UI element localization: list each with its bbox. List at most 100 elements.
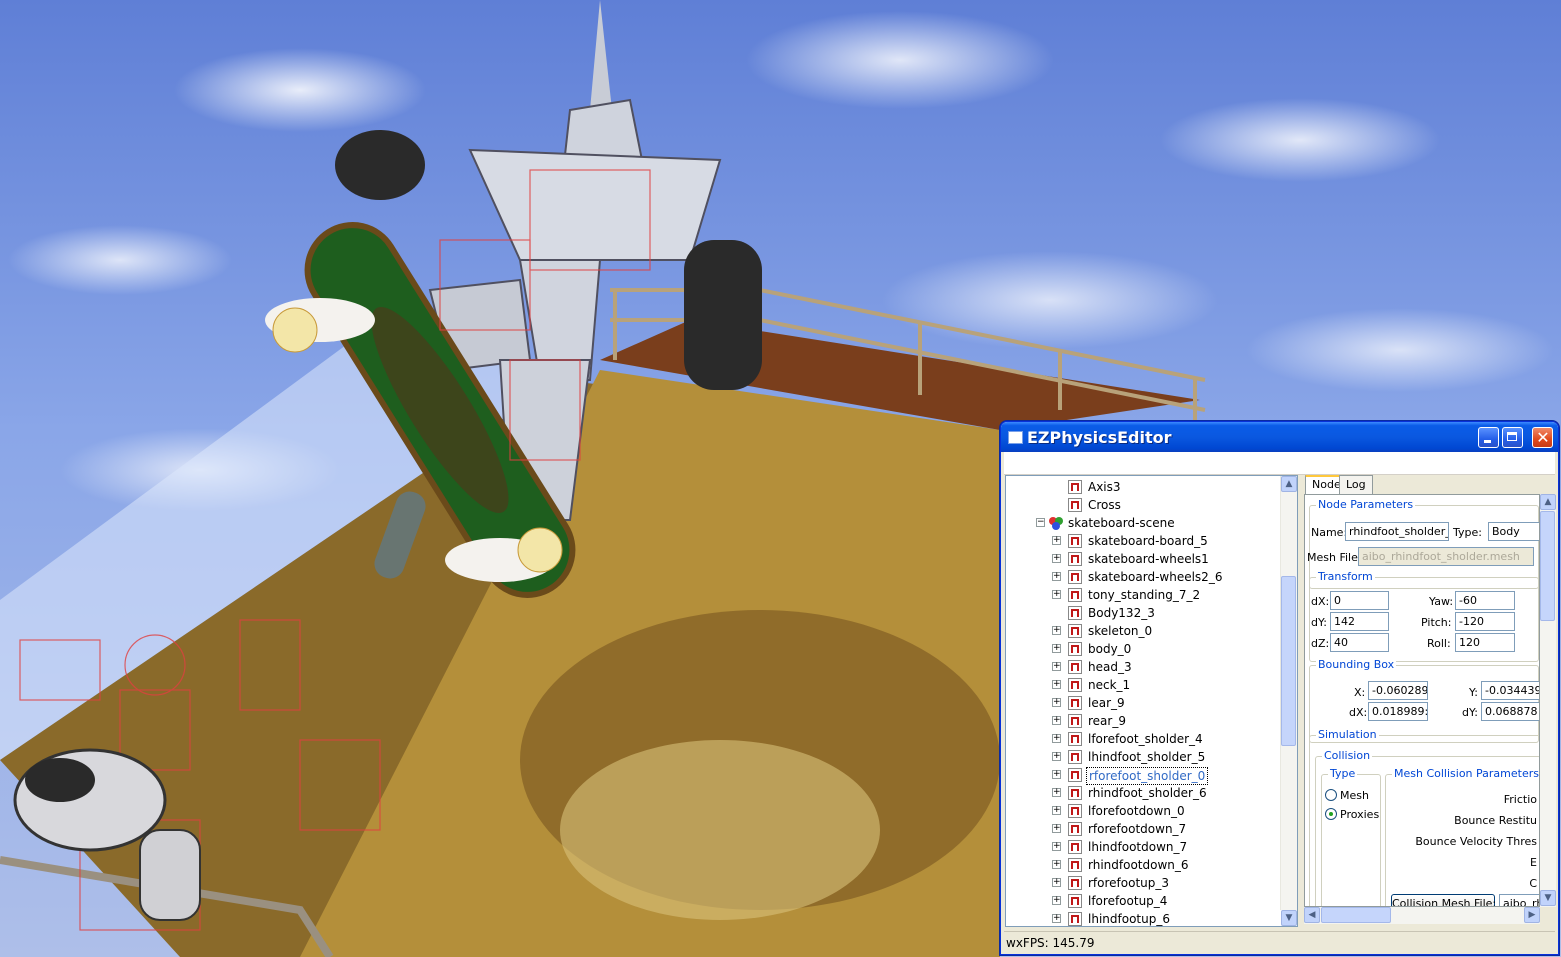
expand-icon[interactable]: +	[1052, 896, 1061, 905]
transform-title: Transform	[1316, 570, 1375, 583]
collision-mesh-file-button[interactable]: Collision Mesh File:	[1391, 894, 1496, 906]
node-icon	[1068, 660, 1082, 674]
props-vertical-scrollbar[interactable]: ▲ ▼	[1540, 494, 1556, 907]
tree-item-label: skateboard-scene	[1068, 516, 1175, 530]
dx-field[interactable]: 0	[1330, 591, 1389, 610]
expand-icon[interactable]: +	[1052, 680, 1061, 689]
expand-icon[interactable]: +	[1052, 806, 1061, 815]
app-icon	[1008, 431, 1023, 444]
mesh-file-label: Mesh File:	[1307, 551, 1362, 564]
bbox-y-field[interactable]: -0.034439	[1481, 681, 1539, 700]
expand-icon[interactable]: +	[1052, 752, 1061, 761]
skull-face	[560, 740, 880, 920]
name-label: Name:	[1311, 526, 1348, 539]
props-hscroll-thumb[interactable]	[1321, 907, 1391, 923]
bounding-box-title: Bounding Box	[1316, 658, 1397, 671]
expand-icon[interactable]: +	[1052, 734, 1061, 743]
tree-item-label: skateboard-wheels2_6	[1088, 570, 1223, 584]
expand-icon[interactable]: +	[1052, 536, 1061, 545]
bbox-y-label: Y:	[1469, 686, 1478, 699]
bbox-dy-field[interactable]: 0.068878	[1481, 702, 1539, 721]
expand-icon[interactable]: +	[1052, 824, 1061, 833]
expand-icon[interactable]: +	[1052, 572, 1061, 581]
props-horizontal-scrollbar[interactable]: ◀ ▶	[1304, 907, 1540, 924]
bbox-x-field[interactable]: -0.060289	[1368, 681, 1428, 700]
node-icon	[1068, 606, 1082, 620]
dy-field[interactable]: 142	[1330, 612, 1389, 631]
node-icon	[1068, 858, 1082, 872]
tree-item-label: Body132_3	[1088, 606, 1155, 620]
bbox-dx-field[interactable]: 0.018989:	[1368, 702, 1428, 721]
props-scroll-up-button[interactable]: ▲	[1540, 494, 1556, 510]
param-c-label: C	[1529, 877, 1537, 890]
proxies-radio[interactable]	[1325, 808, 1337, 820]
scene-tree[interactable]: Axis3 Cross − skateboard-scene + skateboard-b…	[1005, 475, 1298, 927]
props-scroll-down-button[interactable]: ▼	[1540, 890, 1556, 906]
ezphysics-editor-window: EZPhysicsEditor ✕ Axis3 Cross − skateboard-…	[1000, 421, 1559, 955]
tree-vertical-scrollbar[interactable]: ▲ ▼	[1280, 476, 1297, 926]
collapse-icon[interactable]: −	[1036, 518, 1045, 527]
wheel-front-cap	[272, 307, 318, 353]
scroll-down-button[interactable]: ▼	[1281, 910, 1297, 926]
collision-mesh-file-field[interactable]: aibo_rh	[1499, 894, 1539, 906]
expand-icon[interactable]: +	[1052, 770, 1061, 779]
expand-icon[interactable]: +	[1052, 788, 1061, 797]
expand-icon[interactable]: +	[1052, 878, 1061, 887]
node-icon	[1068, 768, 1082, 782]
close-button[interactable]: ✕	[1532, 427, 1553, 448]
node-tab-panel: Node Parameters Name: rhindfoot_sholder_…	[1304, 494, 1540, 907]
roll-field[interactable]: 120	[1455, 633, 1515, 652]
expand-icon[interactable]: +	[1052, 626, 1061, 635]
tree-item-label: skeleton_0	[1088, 624, 1153, 638]
expand-icon[interactable]: +	[1052, 716, 1061, 725]
expand-icon[interactable]: +	[1052, 698, 1061, 707]
title-bar[interactable]: EZPhysicsEditor ✕	[1001, 422, 1558, 452]
mesh-file-field: aibo_rhindfoot_sholder.mesh	[1358, 547, 1534, 566]
expand-icon[interactable]: +	[1052, 914, 1061, 923]
tree-item-label: rear_9	[1088, 714, 1126, 728]
dx-label: dX:	[1311, 595, 1330, 608]
dz-field[interactable]: 40	[1330, 633, 1389, 652]
tree-item-label: lhindfoot_sholder_5	[1088, 750, 1206, 764]
props-scroll-right-button[interactable]: ▶	[1524, 907, 1540, 923]
expand-icon[interactable]: +	[1052, 662, 1061, 671]
bbox-dy-label: dY:	[1462, 706, 1478, 719]
node-parameters-title: Node Parameters	[1316, 498, 1416, 511]
node-icon	[1068, 480, 1082, 494]
props-scroll-left-button[interactable]: ◀	[1304, 907, 1320, 923]
scroll-up-button[interactable]: ▲	[1281, 476, 1297, 492]
tree-item-label: rforefootdown_7	[1088, 822, 1187, 836]
expand-icon[interactable]: +	[1052, 860, 1061, 869]
expand-icon[interactable]: +	[1052, 590, 1061, 599]
tree-item-label: skateboard-board_5	[1088, 534, 1208, 548]
tree-item-label: lforefootdown_0	[1088, 804, 1185, 818]
expand-icon[interactable]: +	[1052, 554, 1061, 563]
props-scroll-thumb[interactable]	[1540, 511, 1555, 621]
yaw-field[interactable]: -60	[1455, 591, 1515, 610]
tree-item-label: rforefoot_sholder_0	[1086, 767, 1209, 785]
name-field[interactable]: rhindfoot_sholder_6	[1345, 522, 1449, 541]
maximize-button[interactable]	[1502, 427, 1523, 448]
minimize-button[interactable]	[1478, 427, 1499, 448]
node-icon	[1068, 498, 1082, 512]
node-icon	[1068, 840, 1082, 854]
tab-log[interactable]: Log	[1339, 475, 1373, 494]
tree-item-label: body_0	[1088, 642, 1132, 656]
node-icon	[1068, 642, 1082, 656]
minimize-icon	[1484, 440, 1491, 443]
yaw-label: Yaw:	[1429, 595, 1454, 608]
tree-item-label: lforefoot_sholder_4	[1088, 732, 1203, 746]
type-field[interactable]: Body	[1488, 522, 1539, 541]
expand-icon[interactable]: +	[1052, 644, 1061, 653]
collision-title: Collision	[1322, 749, 1373, 762]
mesh-radio-label: Mesh	[1340, 789, 1369, 802]
tree-item-label: Axis3	[1088, 480, 1121, 494]
scroll-thumb[interactable]	[1281, 576, 1296, 746]
mesh-radio[interactable]	[1325, 789, 1337, 801]
expand-icon[interactable]: +	[1052, 842, 1061, 851]
friction-label: Frictio	[1503, 793, 1537, 806]
node-icon	[1068, 822, 1082, 836]
node-icon	[1068, 624, 1082, 638]
pitch-field[interactable]: -120	[1455, 612, 1515, 631]
param-e-label: E	[1530, 856, 1537, 869]
